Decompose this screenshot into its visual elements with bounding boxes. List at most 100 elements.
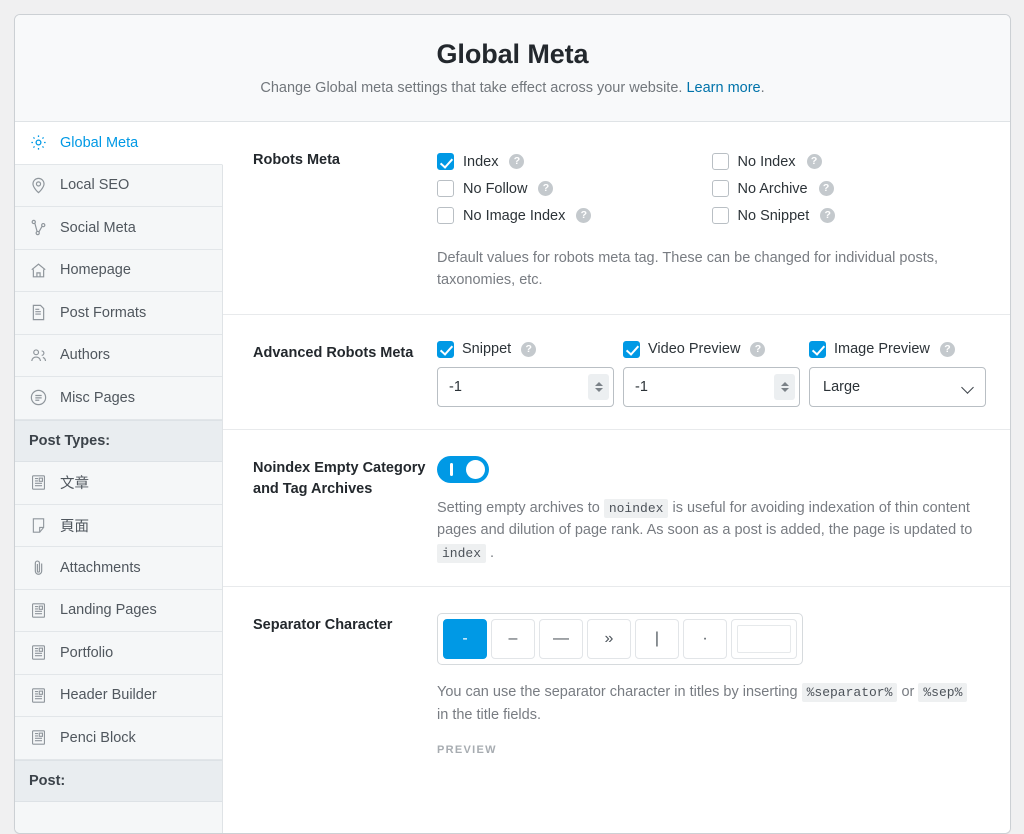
field-image-preview: Image Preview ? Large bbox=[809, 340, 986, 407]
separator-option-en-dash[interactable]: – bbox=[491, 619, 535, 660]
article-icon bbox=[29, 473, 48, 492]
separator-option-pipe[interactable]: | bbox=[635, 619, 679, 660]
sidebar-item-penci-block[interactable]: Penci Block bbox=[15, 717, 222, 760]
checkbox-row-no-snippet[interactable]: No Snippet ? bbox=[711, 202, 987, 229]
help-icon[interactable]: ? bbox=[806, 154, 822, 169]
checkbox-row-no-archive[interactable]: No Archive ? bbox=[711, 175, 987, 202]
section-robots-meta: Robots Meta Index ? No Follow ? No Image… bbox=[223, 122, 1010, 315]
help-icon[interactable]: ? bbox=[820, 208, 836, 223]
snippet-checkbox[interactable] bbox=[437, 340, 454, 358]
help-icon[interactable]: ? bbox=[509, 154, 525, 169]
separator-custom-box bbox=[737, 625, 791, 654]
no-follow-checkbox[interactable] bbox=[437, 180, 454, 197]
checkbox-row-index[interactable]: Index ? bbox=[437, 148, 712, 175]
no-snippet-label[interactable]: No Snippet bbox=[738, 208, 810, 224]
sidebar-item-misc-pages[interactable]: Misc Pages bbox=[15, 377, 222, 420]
video-preview-label[interactable]: Video Preview bbox=[648, 341, 740, 357]
checkbox-row-no-follow[interactable]: No Follow ? bbox=[437, 175, 712, 202]
robots-meta-label: Robots Meta bbox=[253, 152, 340, 168]
page-header: Global Meta Change Global meta settings … bbox=[15, 15, 1010, 122]
index-checkbox[interactable] bbox=[437, 153, 454, 170]
learn-more-link[interactable]: Learn more bbox=[686, 80, 760, 96]
snippet-label[interactable]: Snippet bbox=[462, 341, 511, 357]
chevron-down-icon[interactable] bbox=[780, 387, 789, 392]
robots-meta-description: Default values for robots meta tag. Thes… bbox=[437, 250, 939, 289]
code-sep-token: %sep% bbox=[918, 683, 968, 703]
no-index-checkbox[interactable] bbox=[711, 153, 729, 170]
gear-icon bbox=[29, 133, 48, 152]
image-preview-checkbox[interactable] bbox=[809, 340, 826, 358]
video-preview-header: Video Preview ? bbox=[623, 340, 800, 358]
separator-option-em-dash[interactable]: — bbox=[539, 619, 583, 660]
robots-meta-column-right: No Index ? No Archive ? No Snippet ? bbox=[711, 148, 987, 229]
page-icon bbox=[29, 516, 48, 535]
chevron-up-icon[interactable] bbox=[780, 381, 789, 386]
sidebar-item-authors[interactable]: Authors bbox=[15, 334, 222, 377]
chevron-down-icon[interactable] bbox=[594, 387, 603, 392]
sidebar-item-label: Attachments bbox=[60, 559, 141, 576]
article-icon bbox=[29, 643, 48, 662]
image-preview-select-wrap: Large bbox=[809, 366, 986, 407]
index-label[interactable]: Index bbox=[463, 154, 498, 170]
image-preview-select[interactable]: Large bbox=[809, 366, 986, 407]
sidebar-item-posts-cjk[interactable]: 文章 bbox=[15, 462, 222, 505]
sidebar-item-label: Global Meta bbox=[60, 134, 139, 151]
noindex-empty-toggle[interactable] bbox=[437, 455, 489, 483]
sidebar-item-attachments[interactable]: Attachments bbox=[15, 547, 222, 590]
field-snippet: Snippet ? bbox=[437, 340, 614, 407]
no-index-label[interactable]: No Index bbox=[738, 154, 796, 170]
no-image-index-label[interactable]: No Image Index bbox=[463, 208, 565, 224]
help-icon[interactable]: ? bbox=[538, 181, 554, 196]
separator-desc-part-3: in the title fields. bbox=[437, 706, 541, 723]
field-video-preview: Video Preview ? bbox=[623, 340, 800, 407]
paperclip-icon bbox=[29, 558, 48, 577]
sidebar: Global Meta Local SEO Social Meta Homepa… bbox=[15, 122, 223, 833]
robots-meta-column-left: Index ? No Follow ? No Image Index ? bbox=[437, 148, 712, 229]
noindex-empty-label: Noindex Empty Category and Tag Archives bbox=[253, 459, 426, 497]
share-nodes-icon bbox=[29, 218, 48, 237]
no-image-index-checkbox[interactable] bbox=[437, 207, 454, 224]
checkbox-row-no-index[interactable]: No Index ? bbox=[711, 148, 987, 175]
robots-meta-checkbox-grid: Index ? No Follow ? No Image Index ? No … bbox=[437, 148, 986, 229]
no-snippet-checkbox[interactable] bbox=[711, 207, 729, 224]
help-icon[interactable]: ? bbox=[521, 341, 537, 357]
video-preview-checkbox[interactable] bbox=[623, 340, 640, 358]
no-archive-checkbox[interactable] bbox=[711, 180, 729, 197]
sidebar-item-label: Social Meta bbox=[60, 219, 136, 236]
chevron-up-icon[interactable] bbox=[594, 381, 603, 386]
sidebar-item-global-meta[interactable]: Global Meta bbox=[15, 122, 223, 165]
sidebar-item-label: Landing Pages bbox=[60, 602, 157, 619]
snippet-header: Snippet ? bbox=[437, 340, 614, 358]
page-title: Global Meta bbox=[436, 39, 589, 69]
section-noindex-empty-archives: Noindex Empty Category and Tag Archives … bbox=[223, 430, 1010, 588]
sidebar-item-portfolio[interactable]: Portfolio bbox=[15, 632, 222, 675]
separator-option-middot[interactable]: · bbox=[683, 619, 727, 660]
help-icon[interactable]: ? bbox=[939, 341, 955, 357]
no-archive-label[interactable]: No Archive bbox=[738, 181, 808, 197]
help-icon[interactable]: ? bbox=[750, 341, 766, 357]
sidebar-item-social-meta[interactable]: Social Meta bbox=[15, 207, 222, 250]
sidebar-item-label: Penci Block bbox=[60, 729, 136, 746]
sidebar-item-post-formats[interactable]: Post Formats bbox=[15, 292, 222, 335]
separator-option-guillemet[interactable]: » bbox=[587, 619, 631, 660]
image-preview-label[interactable]: Image Preview bbox=[834, 341, 930, 357]
no-follow-label[interactable]: No Follow bbox=[463, 181, 527, 197]
snippet-stepper[interactable] bbox=[588, 373, 609, 400]
sidebar-item-landing-pages[interactable]: Landing Pages bbox=[15, 589, 222, 632]
help-icon[interactable]: ? bbox=[576, 208, 592, 223]
sidebar-item-homepage[interactable]: Homepage bbox=[15, 249, 222, 292]
article-icon bbox=[29, 728, 48, 747]
checkbox-row-no-image-index[interactable]: No Image Index ? bbox=[437, 202, 712, 229]
section-advanced-robots-meta: Advanced Robots Meta Snippet ? -1 Video … bbox=[223, 315, 1010, 430]
sidebar-item-pages-cjk[interactable]: 頁面 bbox=[15, 504, 222, 547]
snippet-number-wrap bbox=[437, 366, 614, 407]
help-icon[interactable]: ? bbox=[818, 181, 834, 196]
sidebar-item-local-seo[interactable]: Local SEO bbox=[15, 164, 222, 207]
separator-custom-input[interactable] bbox=[731, 619, 797, 660]
noindex-desc-part-1: Setting empty archives to bbox=[437, 499, 604, 516]
separator-option-hyphen[interactable]: - bbox=[443, 619, 487, 660]
sidebar-item-header-builder[interactable]: Header Builder bbox=[15, 674, 222, 717]
section-separator-character: Separator Character - – — » | · You can … bbox=[223, 587, 1010, 778]
video-preview-stepper[interactable] bbox=[774, 373, 795, 400]
noindex-desc-part-3: . bbox=[486, 544, 495, 561]
